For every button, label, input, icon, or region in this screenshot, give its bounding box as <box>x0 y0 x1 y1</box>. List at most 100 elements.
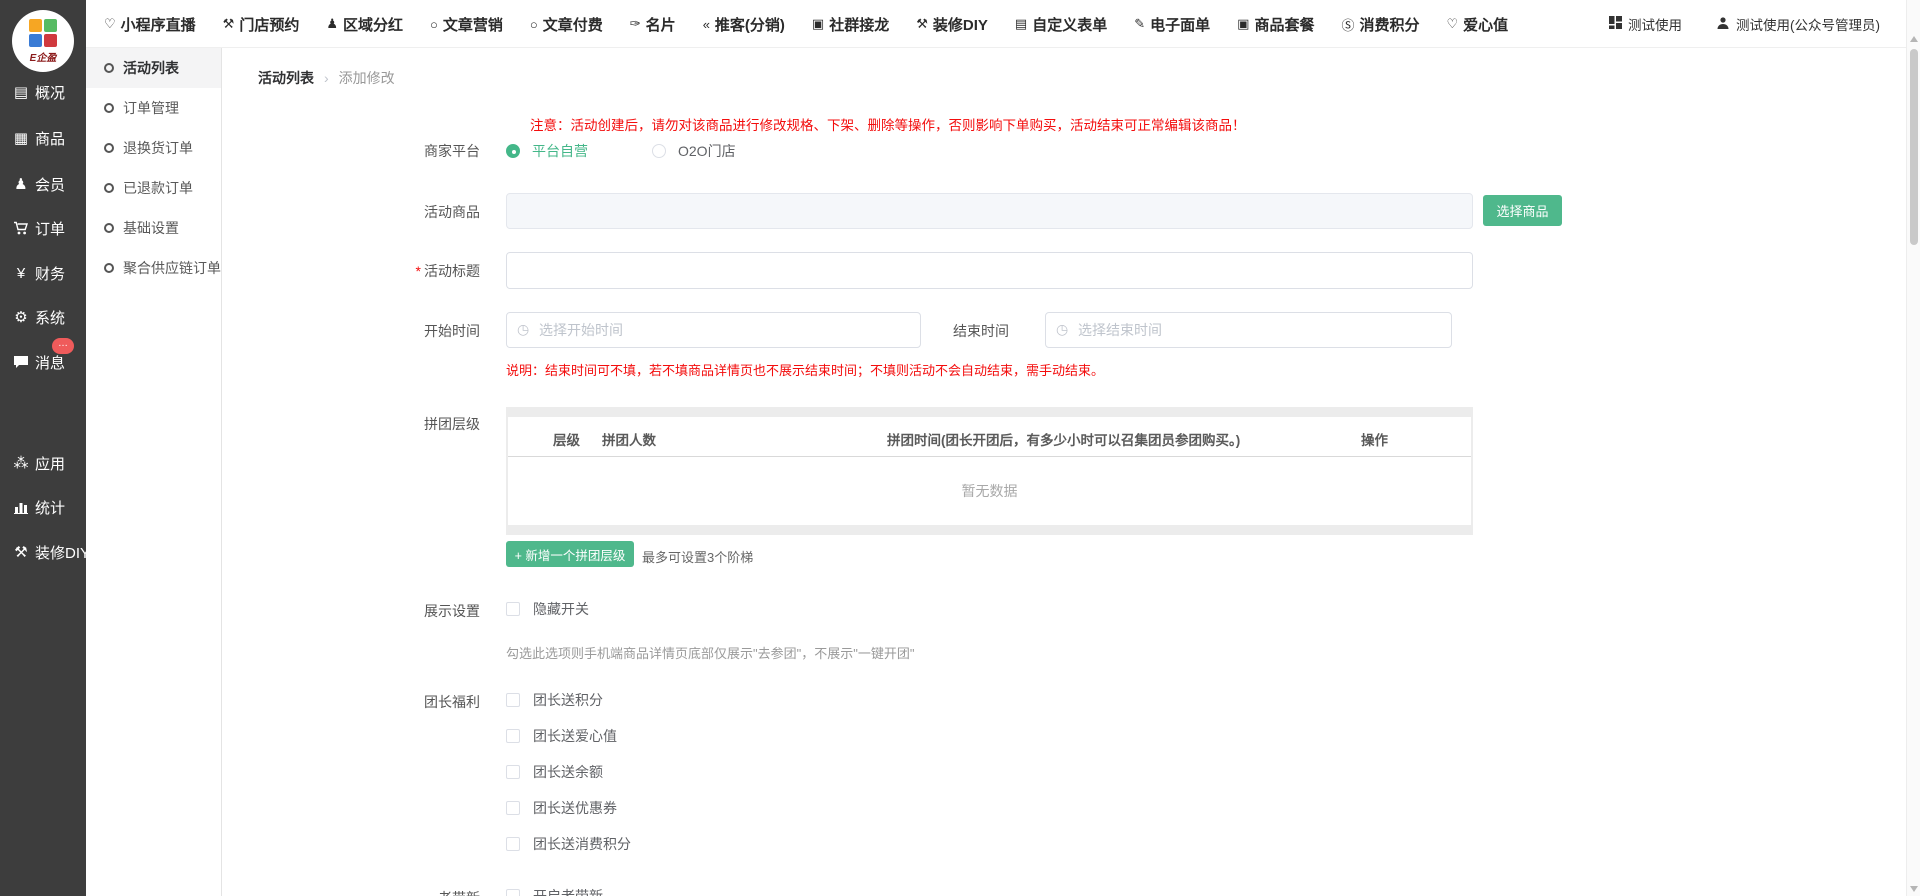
scroll-down-arrow-icon[interactable] <box>1910 886 1918 892</box>
chat-bubble-icon <box>11 355 31 370</box>
bar-chart-icon <box>11 500 31 514</box>
app-logo[interactable]: E企盈 <box>12 10 74 72</box>
yen-icon: ¥ <box>11 265 31 282</box>
checkbox-icon[interactable] <box>506 801 520 815</box>
checkbox-icon[interactable] <box>506 602 520 616</box>
hammer-icon: ⚒ <box>916 16 928 32</box>
group-levels-table: 层级 拼团人数 拼团时间(团长开团后，有多少小时可以召集团员参团购买。) 操作 … <box>506 407 1473 535</box>
sidebar-item-messages[interactable]: 消息 <box>0 350 86 374</box>
apps-icon: ⁂ <box>11 454 31 472</box>
nav-item-love-value[interactable]: ♡爱心值 <box>1446 14 1508 35</box>
sidebar-item-diy[interactable]: ⚒ 装修DIY <box>0 540 86 564</box>
radio-o2o-store[interactable] <box>652 144 666 158</box>
chevron-right-icon: › <box>324 70 329 86</box>
benefit-points-row[interactable]: 团长送积分 <box>506 690 603 710</box>
nav-item-business-card[interactable]: ✑名片 <box>630 14 676 35</box>
hide-switch-checkbox-row[interactable]: 隐藏开关 <box>506 599 589 619</box>
add-group-level-button[interactable]: + 新增一个拼团层级 <box>506 541 634 567</box>
end-time-note: 说明：结束时间可不填，若不填商品详情页也不展示结束时间；不填则活动不会自动结束，… <box>506 360 1104 379</box>
menu-item-activity-list[interactable]: 活动列表 <box>86 48 221 88</box>
sidebar-item-finance[interactable]: ¥ 财务 <box>0 261 86 285</box>
activity-title-label: *活动标题 <box>222 261 480 281</box>
s-circle-icon: Ⓢ <box>1341 15 1354 34</box>
circle-icon <box>104 143 114 153</box>
activity-goods-label: 活动商品 <box>222 202 480 222</box>
max-tier-note: 最多可设置3个阶梯 <box>642 547 753 566</box>
end-time-input[interactable] <box>1045 312 1452 348</box>
top-nav: ♡小程序直播 ⚒门店预约 ♟区域分红 ○文章营销 ○文章付费 ✑名片 «推客(分… <box>104 0 1508 48</box>
person-icon <box>1716 16 1730 33</box>
nav-item-custom-form[interactable]: ▤自定义表单 <box>1015 14 1107 35</box>
sidebar-item-overview[interactable]: ▤ 概况 <box>0 80 86 104</box>
nav-item-diy[interactable]: ⚒装修DIY <box>916 14 988 35</box>
workspace-switch[interactable]: 测试使用 <box>1609 14 1682 34</box>
activity-goods-input[interactable] <box>506 193 1473 229</box>
top-header: ♡小程序直播 ⚒门店预约 ♟区域分红 ○文章营销 ○文章付费 ✑名片 «推客(分… <box>86 0 1920 48</box>
breadcrumb-activity-list[interactable]: 活动列表 <box>258 68 314 88</box>
sidebar-item-system[interactable]: ⚙ 系统 <box>0 305 86 329</box>
pen-icon: ✎ <box>1134 16 1145 32</box>
top-right: 测试使用 测试使用(公众号管理员) <box>1609 0 1880 48</box>
benefit-balance-row[interactable]: 团长送余额 <box>506 762 603 782</box>
circle-icon <box>104 63 114 73</box>
menu-item-return-orders[interactable]: 退换货订单 <box>86 128 221 168</box>
required-asterisk: * <box>416 263 421 279</box>
circle-icon <box>104 103 114 113</box>
clock-icon: ◷ <box>517 321 533 338</box>
nav-item-region-dividend[interactable]: ♟区域分红 <box>326 14 403 35</box>
primary-sidebar: E企盈 ▤ 概况 ▦ 商品 ♟ 会员 订单 ¥ 财务 ⚙ 系统 消息 <box>0 0 86 896</box>
user-menu[interactable]: 测试使用(公众号管理员) <box>1716 14 1880 34</box>
menu-item-supply-chain-orders[interactable]: 聚合供应链订单管理 <box>86 248 221 288</box>
gear-icon: ⚙ <box>11 308 31 326</box>
scroll-up-arrow-icon[interactable] <box>1910 36 1918 42</box>
nav-item-consume-points[interactable]: Ⓢ消费积分 <box>1341 14 1419 35</box>
col-people: 拼团人数 <box>602 429 656 449</box>
benefit-consume-points-row[interactable]: 团长送消费积分 <box>506 834 631 854</box>
create-warning-text: 注意：活动创建后，请勿对该商品进行修改规格、下架、删除等操作，否则影响下单购买，… <box>530 114 1246 134</box>
checkbox-icon[interactable] <box>506 837 520 851</box>
scrollbar-thumb[interactable] <box>1910 49 1918 245</box>
radio-platform-self[interactable] <box>506 144 520 158</box>
grid-icon <box>1609 16 1622 32</box>
page: E企盈 ▤ 概况 ▦ 商品 ♟ 会员 订单 ¥ 财务 ⚙ 系统 消息 <box>0 0 1920 896</box>
heart-icon: ♡ <box>104 16 116 32</box>
checkbox-icon[interactable] <box>506 889 520 896</box>
select-goods-button[interactable]: 选择商品 <box>1483 195 1562 226</box>
nav-item-goods-package[interactable]: ▣商品套餐 <box>1237 14 1314 35</box>
menu-item-refunded-orders[interactable]: 已退款订单 <box>86 168 221 208</box>
sidebar-item-apps[interactable]: ⁂ 应用 <box>0 451 86 475</box>
nav-item-article-pay[interactable]: ○文章付费 <box>530 14 603 35</box>
group-levels-label: 拼团层级 <box>222 414 480 434</box>
checkbox-icon[interactable] <box>506 693 520 707</box>
benefit-coupon-row[interactable]: 团长送优惠券 <box>506 798 617 818</box>
sidebar-item-stats[interactable]: 统计 <box>0 495 86 519</box>
menu-item-order-manage[interactable]: 订单管理 <box>86 88 221 128</box>
col-actions: 操作 <box>1361 429 1388 449</box>
card-icon: ✑ <box>630 16 641 32</box>
page-scrollbar[interactable] <box>1906 0 1920 896</box>
hammer-icon: ⚒ <box>11 543 31 561</box>
col-level: 层级 <box>553 429 580 449</box>
sidebar-item-goods[interactable]: ▦ 商品 <box>0 126 86 150</box>
nav-item-store-booking[interactable]: ⚒门店预约 <box>223 14 300 35</box>
sidebar-item-orders[interactable]: 订单 <box>0 216 86 240</box>
secondary-sidebar: 活动列表 订单管理 退换货订单 已退款订单 基础设置 聚合供应链订单管理 <box>86 48 222 896</box>
pawn-icon: ♟ <box>326 16 338 32</box>
leader-benefits-label: 团长福利 <box>222 692 480 712</box>
nav-item-group-chain[interactable]: ▣社群接龙 <box>812 14 889 35</box>
display-settings-label: 展示设置 <box>222 601 480 621</box>
nav-item-live[interactable]: ♡小程序直播 <box>104 14 196 35</box>
checkbox-icon[interactable] <box>506 765 520 779</box>
nav-item-article-marketing[interactable]: ○文章营销 <box>430 14 503 35</box>
circle-icon <box>104 183 114 193</box>
nav-item-e-sheet[interactable]: ✎电子面单 <box>1134 14 1210 35</box>
checkbox-icon[interactable] <box>506 729 520 743</box>
nav-item-distribution[interactable]: «推客(分销) <box>703 14 785 35</box>
logo-text: E企盈 <box>30 49 57 64</box>
activity-title-input[interactable] <box>506 252 1473 289</box>
benefit-love-row[interactable]: 团长送爱心值 <box>506 726 617 746</box>
referral-checkbox-row[interactable]: 开启老带新 <box>506 886 603 896</box>
tools-icon: ⚒ <box>223 16 235 32</box>
sidebar-item-members[interactable]: ♟ 会员 <box>0 172 86 196</box>
menu-item-basic-settings[interactable]: 基础设置 <box>86 208 221 248</box>
